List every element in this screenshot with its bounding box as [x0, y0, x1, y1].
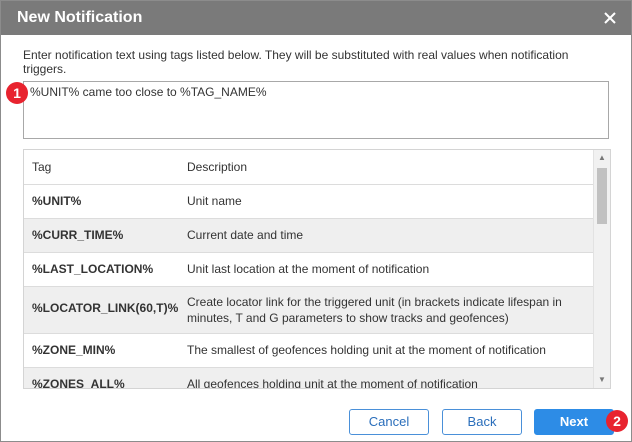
- tag-description: Unit last location at the moment of noti…: [187, 262, 430, 276]
- scroll-up-arrow-icon[interactable]: ▲: [594, 150, 610, 166]
- tag-description: Create locator link for the triggered un…: [187, 295, 562, 325]
- next-button[interactable]: Next: [534, 409, 614, 435]
- dialog-title: New Notification: [17, 9, 143, 26]
- tag-name: %UNIT%: [32, 194, 82, 208]
- tags-table-rows: Tag Description %UNIT% Unit name %CURR_T…: [24, 150, 594, 389]
- table-scrollbar[interactable]: ▲ ▼: [593, 150, 610, 388]
- tags-table: Tag Description %UNIT% Unit name %CURR_T…: [23, 149, 611, 389]
- instructions-text: Enter notification text using tags liste…: [23, 48, 569, 76]
- scroll-down-arrow-icon[interactable]: ▼: [594, 372, 610, 388]
- step-marker-1: 1: [6, 82, 28, 104]
- column-header-description: Description: [187, 160, 248, 174]
- new-notification-dialog: New Notification Enter notification text…: [0, 0, 632, 442]
- tag-description: The smallest of geofences holding unit a…: [187, 343, 546, 357]
- column-header-tag: Tag: [32, 160, 52, 174]
- table-header-row: Tag Description: [24, 150, 594, 185]
- tag-name: %ZONE_MIN%: [32, 343, 116, 357]
- tag-name: %LOCATOR_LINK(60,T)%: [32, 301, 179, 315]
- tag-description: Unit name: [187, 194, 242, 208]
- table-row[interactable]: %LAST_LOCATION% Unit last location at th…: [24, 253, 594, 287]
- tag-name: %LAST_LOCATION%: [32, 262, 154, 276]
- table-row[interactable]: %ZONES_ALL% All geofences holding unit a…: [24, 368, 594, 389]
- scrollbar-thumb[interactable]: [597, 168, 607, 224]
- table-row[interactable]: %UNIT% Unit name: [24, 185, 594, 219]
- step-marker-2: 2: [606, 410, 628, 432]
- tag-name: %CURR_TIME%: [32, 228, 124, 242]
- back-button[interactable]: Back: [442, 409, 522, 435]
- table-row[interactable]: %ZONE_MIN% The smallest of geofences hol…: [24, 334, 594, 368]
- cancel-button[interactable]: Cancel: [349, 409, 429, 435]
- dialog-titlebar: New Notification: [1, 1, 631, 35]
- table-row[interactable]: %CURR_TIME% Current date and time: [24, 219, 594, 253]
- notification-text-input[interactable]: %UNIT% came too close to %TAG_NAME%: [23, 81, 609, 139]
- close-icon[interactable]: [599, 7, 621, 29]
- tag-name: %ZONES_ALL%: [32, 377, 125, 389]
- tag-description: All geofences holding unit at the moment…: [187, 377, 478, 389]
- tag-description: Current date and time: [187, 228, 304, 242]
- table-row[interactable]: %LOCATOR_LINK(60,T)% Create locator link…: [24, 287, 594, 334]
